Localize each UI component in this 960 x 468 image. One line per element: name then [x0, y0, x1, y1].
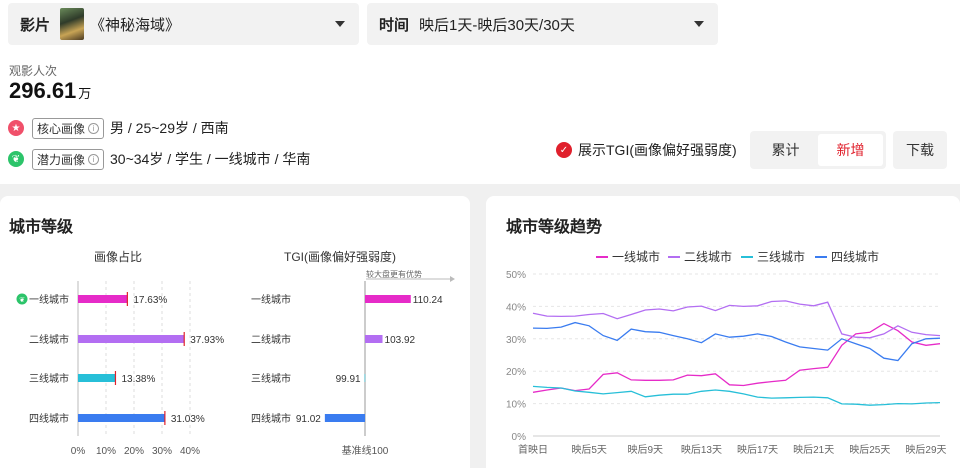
city-tier-bars-svg: 画像占比 TGI(画像偏好强弱度) 较大盘更有优势 0% 10% 20% 30% 40%…: [16, 249, 455, 457]
header-panel: 影片 《神秘海域》 时间 映后1天-映后30天/30天 观影人次 296.61 万…: [0, 0, 960, 184]
potential-persona-tag-label: 潜力画像: [37, 152, 86, 167]
category-label: 三线城市: [251, 372, 291, 385]
film-select-value: 《神秘海域》: [90, 16, 181, 34]
core-persona-row: ★ 核心画像 i 男 / 25~29岁 / 西南: [8, 117, 229, 139]
ratio-bar[interactable]: [78, 414, 165, 422]
legend-label[interactable]: 二线城市: [684, 249, 732, 264]
x-tick-label: 10%: [96, 446, 116, 457]
ratio-bar[interactable]: [78, 374, 116, 382]
film-select-label: 影片: [20, 16, 51, 34]
ratio-header: 画像占比: [94, 249, 142, 264]
legend-label[interactable]: 一线城市: [612, 249, 660, 264]
category-label: 四线城市: [251, 412, 291, 425]
chevron-down-icon: [694, 21, 704, 27]
trend-series: [532, 300, 941, 406]
mode-segmented-control: 累计 新增: [750, 131, 886, 169]
info-icon[interactable]: i: [88, 153, 100, 165]
ratio-bars: 一线城市 17.63% 二线城市 37.93% 三线城市 13.38% 四线城市 31.03%: [29, 292, 224, 425]
series-line[interactable]: [532, 321, 941, 362]
potential-persona-row: ❦ 潜力画像 i 30~34岁 / 学生 / 一线城市 / 华南: [8, 148, 310, 170]
tgi-header: TGI(画像偏好强弱度): [284, 249, 396, 264]
viewers-unit: 万: [78, 86, 92, 101]
series-line[interactable]: [532, 385, 941, 406]
ratio-bar[interactable]: [78, 295, 128, 303]
x-tick-label: 0%: [71, 446, 86, 457]
x-tick-label: 30%: [152, 446, 172, 457]
tgi-bar[interactable]: [324, 414, 365, 422]
tgi-bar[interactable]: [365, 335, 383, 343]
city-tier-trend-svg: 一线城市 二线城市 三线城市 四线城市 0% 10% 20% 30% 40% 50% 首映日 映后5…: [506, 249, 947, 456]
ratio-value-label: 31.03%: [171, 414, 205, 425]
category-label: 二线城市: [251, 333, 291, 346]
arrow-right-icon: [450, 276, 455, 282]
time-select-label: 时间: [379, 16, 410, 34]
y-tick-label: 30%: [506, 335, 526, 346]
tgi-value-label: 103.92: [385, 335, 416, 346]
tgi-note: 较大盘更有优势: [366, 269, 422, 279]
x-tick-label: 映后9天: [627, 444, 663, 456]
legend-label[interactable]: 三线城市: [757, 249, 805, 264]
tab-new[interactable]: 新增: [818, 134, 883, 166]
x-tick-label: 首映日: [518, 443, 548, 456]
viewers-value: 296.61 万: [9, 78, 91, 104]
series-line[interactable]: [532, 322, 941, 393]
ratio-value-label: 37.93%: [190, 335, 224, 346]
tgi-toggle-label: 展示TGI(画像偏好强弱度): [578, 142, 737, 158]
y-tick-label: 20%: [506, 367, 526, 378]
potential-persona-tag[interactable]: 潜力画像 i: [32, 148, 105, 170]
city-tier-trend-card: 城市等级趋势 一线城市 二线城市 三线城市 四线城市 0% 10% 20% 30% 40% 50…: [486, 196, 960, 468]
ratio-axis: 0% 10% 20% 30% 40%: [71, 281, 200, 457]
leaf-icon-glyph: ❦: [19, 297, 25, 304]
tab-cumulative[interactable]: 累计: [753, 134, 818, 166]
viewers-number: 296.61: [9, 78, 77, 103]
tgi-value-label: 91.02: [296, 414, 321, 425]
x-tick-label: 映后29天: [905, 444, 946, 456]
ratio-value-label: 17.63%: [133, 295, 167, 306]
download-button[interactable]: 下载: [893, 131, 947, 169]
check-icon[interactable]: ✓: [556, 142, 572, 158]
film-poster-thumbnail: [60, 8, 85, 40]
x-tick-label: 映后13天: [681, 444, 722, 456]
film-select[interactable]: 影片 《神秘海域》: [8, 3, 359, 45]
tgi-bars: 一线城市 110.24 二线城市 103.92 三线城市 99.91 四线城市 91.02: [251, 281, 443, 436]
x-tick-label: 映后5天: [571, 444, 607, 456]
tgi-bar[interactable]: [365, 295, 411, 303]
x-tick-label: 映后25天: [849, 444, 890, 456]
time-select-value: 映后1天-映后30天/30天: [419, 16, 575, 34]
ratio-bar[interactable]: [78, 335, 185, 343]
y-tick-label: 40%: [506, 302, 526, 313]
trend-legend: 一线城市 二线城市 三线城市 四线城市: [596, 249, 879, 264]
leaf-icon: ❦: [8, 151, 24, 167]
category-label: 三线城市: [29, 372, 69, 385]
baseline-label: 基准线100: [342, 444, 389, 457]
chevron-down-icon: [335, 21, 345, 27]
category-label: 二线城市: [29, 333, 69, 346]
y-tick-label: 0%: [512, 432, 527, 443]
core-persona-tag[interactable]: 核心画像 i: [32, 117, 105, 139]
x-tick-label: 20%: [124, 446, 144, 457]
category-label: 一线城市: [251, 293, 291, 306]
tgi-toggle[interactable]: ✓ 展示TGI(画像偏好强弱度): [556, 140, 737, 160]
category-label: 一线城市: [29, 293, 69, 306]
x-tick-label: 40%: [180, 446, 200, 457]
potential-persona-text: 30~34岁 / 学生 / 一线城市 / 华南: [110, 151, 311, 167]
x-tick-label: 映后21天: [793, 444, 834, 456]
star-icon: ★: [8, 120, 24, 136]
viewers-label: 观影人次: [9, 64, 58, 78]
info-icon[interactable]: i: [88, 122, 100, 134]
y-tick-label: 10%: [506, 400, 526, 411]
core-persona-text: 男 / 25~29岁 / 西南: [110, 120, 229, 136]
tgi-value-label: 110.24: [413, 295, 443, 306]
time-select[interactable]: 时间 映后1天-映后30天/30天: [367, 3, 718, 45]
tgi-value-label: 99.91: [336, 374, 361, 385]
trend-axis: 0% 10% 20% 30% 40% 50% 首映日 映后5天 映后9天 映后13天 映后17天 映后…: [506, 270, 947, 456]
core-persona-tag-label: 核心画像: [37, 121, 86, 136]
city-tier-card: 城市等级 画像占比 TGI(画像偏好强弱度) 较大盘更有优势 0% 10% 20% 3…: [0, 196, 470, 468]
y-tick-label: 50%: [506, 270, 526, 281]
ratio-value-label: 13.38%: [121, 374, 155, 385]
x-tick-label: 映后17天: [737, 444, 778, 456]
category-label: 四线城市: [29, 412, 69, 425]
legend-label[interactable]: 四线城市: [831, 249, 879, 264]
tgi-bar[interactable]: [364, 374, 366, 382]
